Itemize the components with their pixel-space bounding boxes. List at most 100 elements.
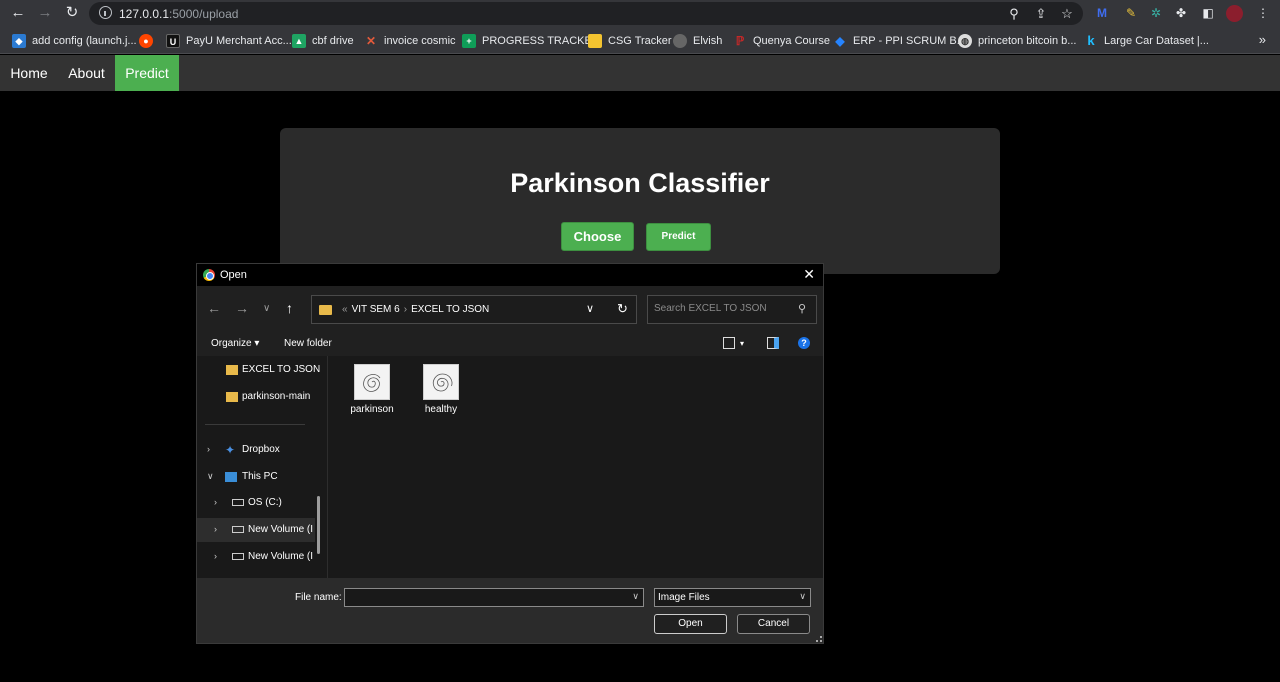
- more-bookmarks-icon[interactable]: »: [1259, 32, 1266, 47]
- bookmark-item[interactable]: ◆ ERP - PPI SCRUM B...: [833, 33, 966, 49]
- tree-item-new-volume[interactable]: › New Volume (I: [197, 545, 315, 569]
- tree-item-label: This PC: [242, 471, 278, 482]
- site-info-icon[interactable]: [99, 6, 112, 19]
- divider: [205, 424, 305, 425]
- bookmark-label: CSG Tracker: [608, 35, 672, 47]
- bookmark-item[interactable]: Elvish: [673, 33, 722, 49]
- quenya-icon: ℙ: [735, 34, 745, 48]
- organize-menu[interactable]: Organize ▾: [211, 338, 259, 349]
- extensions-puzzle-icon[interactable]: ✤: [1172, 4, 1190, 22]
- breadcrumb-item[interactable]: VIT SEM 6: [352, 304, 400, 315]
- choose-button[interactable]: Choose: [561, 222, 634, 251]
- view-dropdown-chevron-icon[interactable]: ▾: [740, 339, 744, 348]
- new-folder-button[interactable]: New folder: [284, 338, 332, 349]
- tree-item-label: OS (C:): [248, 497, 282, 508]
- bookmark-label: princeton bitcoin b...: [978, 35, 1077, 47]
- bookmark-item[interactable]: ✕ invoice cosmic: [364, 33, 456, 49]
- dialog-address-row: ← → ∨ ↑ « VIT SEM 6›EXCEL TO JSON ∨ ↻ ⚲: [197, 286, 823, 332]
- bookmark-item[interactable]: U PayU Merchant Acc...: [166, 33, 292, 49]
- drive-icon: [232, 499, 244, 506]
- file-item-healthy[interactable]: healthy: [413, 364, 469, 415]
- close-icon[interactable]: ✕: [803, 266, 815, 283]
- chevron-down-icon[interactable]: ∨: [586, 302, 594, 315]
- bookmark-item[interactable]: ◍ princeton bitcoin b...: [958, 33, 1076, 49]
- tree-item-excel-to-json[interactable]: EXCEL TO JSON: [197, 358, 320, 382]
- classifier-card: Parkinson Classifier Choose Predict: [280, 128, 1000, 274]
- menu-kebab-icon[interactable]: ⋮: [1254, 4, 1272, 22]
- chevron-right-icon: ›: [214, 524, 217, 534]
- tree-item-parkinson-main[interactable]: parkinson-main: [197, 385, 315, 409]
- extension-openai-icon[interactable]: ✲: [1147, 4, 1165, 22]
- up-arrow-icon[interactable]: ↑: [286, 300, 293, 316]
- nav-predict[interactable]: Predict: [115, 55, 179, 91]
- predict-button[interactable]: Predict: [646, 223, 711, 251]
- tree-item-os-c[interactable]: › OS (C:): [197, 491, 315, 515]
- folder-icon: [226, 365, 238, 375]
- chevron-down-icon[interactable]: ∨: [632, 591, 639, 602]
- breadcrumb-overflow[interactable]: «: [342, 304, 348, 315]
- side-panel-icon[interactable]: ◧: [1199, 4, 1217, 22]
- tree-item-new-volume[interactable]: › New Volume (I: [197, 518, 315, 542]
- search-box[interactable]: ⚲: [647, 295, 817, 324]
- bookmark-label: Quenya Course: [753, 35, 831, 47]
- spiral-drawing-icon: [363, 374, 381, 392]
- chevron-down-icon: ∨: [207, 471, 214, 481]
- forward-arrow-icon[interactable]: →: [235, 300, 249, 316]
- bookmark-item[interactable]: CSG Tracker: [588, 33, 672, 49]
- cancel-button[interactable]: Cancel: [737, 614, 810, 634]
- tree-item-this-pc[interactable]: ∨ This PC: [197, 465, 315, 489]
- search-input[interactable]: [654, 303, 792, 314]
- folder-icon: [319, 305, 332, 315]
- sheets-icon: +: [462, 34, 476, 48]
- bookmark-item[interactable]: ▲ cbf drive: [292, 33, 354, 49]
- nav-home[interactable]: Home: [0, 55, 58, 91]
- breadcrumb-item[interactable]: EXCEL TO JSON: [411, 304, 489, 315]
- profile-avatar[interactable]: [1226, 5, 1243, 22]
- dialog-title: Open: [220, 269, 247, 281]
- nav-about[interactable]: About: [58, 55, 115, 91]
- scrollbar-thumb[interactable]: [317, 496, 320, 554]
- bookmark-star-icon[interactable]: ☆: [1058, 5, 1076, 23]
- open-file-dialog: Open ✕ ← → ∨ ↑ «VIT SEM 6 › EXCEL TO JSON …: [196, 263, 824, 644]
- tree-item-label: New Volume (I: [248, 524, 314, 535]
- browser-toolbar: ← → ↻ 127.0.0.1:5000/upload ⚲ ⇪ ☆ M ✎ ✲ …: [0, 0, 1280, 27]
- chrome-logo-icon: [203, 269, 215, 281]
- zoom-icon[interactable]: ⚲: [1005, 5, 1023, 23]
- bookmark-item[interactable]: ●: [139, 33, 159, 49]
- share-icon[interactable]: ⇪: [1032, 5, 1050, 23]
- extension-m-icon[interactable]: M: [1093, 4, 1111, 22]
- tree-item-dropbox[interactable]: › ✦ Dropbox: [197, 438, 315, 462]
- bookmark-item[interactable]: + PROGRESS TRACKE...: [462, 33, 601, 49]
- bookmark-item[interactable]: k Large Car Dataset |...: [1084, 33, 1209, 49]
- bookmark-label: Elvish: [693, 35, 723, 47]
- file-item-parkinson[interactable]: parkinson: [344, 364, 400, 415]
- refresh-icon[interactable]: ↻: [617, 301, 628, 317]
- file-name-combobox[interactable]: ∨: [344, 588, 644, 607]
- resize-grip-icon[interactable]: [816, 636, 822, 642]
- tree-item-label: New Volume (I: [248, 551, 314, 562]
- extension-pen-icon[interactable]: ✎: [1122, 4, 1140, 22]
- back-arrow-icon[interactable]: ←: [207, 300, 221, 316]
- search-icon: ⚲: [797, 303, 806, 315]
- dialog-titlebar: Open ✕: [197, 264, 823, 286]
- bookmark-label: ERP - PPI SCRUM B...: [853, 35, 966, 47]
- file-type-select[interactable]: Image Files ∨: [654, 588, 811, 607]
- view-options-icon[interactable]: [723, 337, 735, 349]
- bookmark-item[interactable]: ℙ Quenya Course: [733, 33, 830, 49]
- open-button[interactable]: Open: [654, 614, 727, 634]
- chevron-right-icon: ›: [214, 497, 217, 507]
- reload-icon[interactable]: ↻: [62, 3, 82, 23]
- address-bar[interactable]: 127.0.0.1:5000/upload ⚲ ⇪ ☆: [89, 2, 1083, 25]
- bookmark-label: Large Car Dataset |...: [1104, 35, 1209, 47]
- site-navbar: Home About Predict: [0, 55, 1280, 91]
- forward-arrow-icon[interactable]: →: [35, 3, 55, 23]
- back-arrow-icon[interactable]: ←: [8, 3, 28, 23]
- file-name-input[interactable]: [349, 592, 619, 603]
- preview-pane-icon[interactable]: [767, 337, 779, 349]
- recent-locations-chevron-icon[interactable]: ∨: [263, 303, 270, 314]
- bookmark-item[interactable]: ◆ add config (launch.j...: [12, 33, 137, 49]
- breadcrumb[interactable]: « VIT SEM 6 › EXCEL TO JSON ∨ ↻: [311, 295, 637, 324]
- url-text[interactable]: 127.0.0.1:5000/upload: [119, 7, 238, 21]
- help-icon[interactable]: ?: [798, 337, 810, 349]
- command-bar: Organize ▾ New folder ▾ ?: [197, 332, 823, 356]
